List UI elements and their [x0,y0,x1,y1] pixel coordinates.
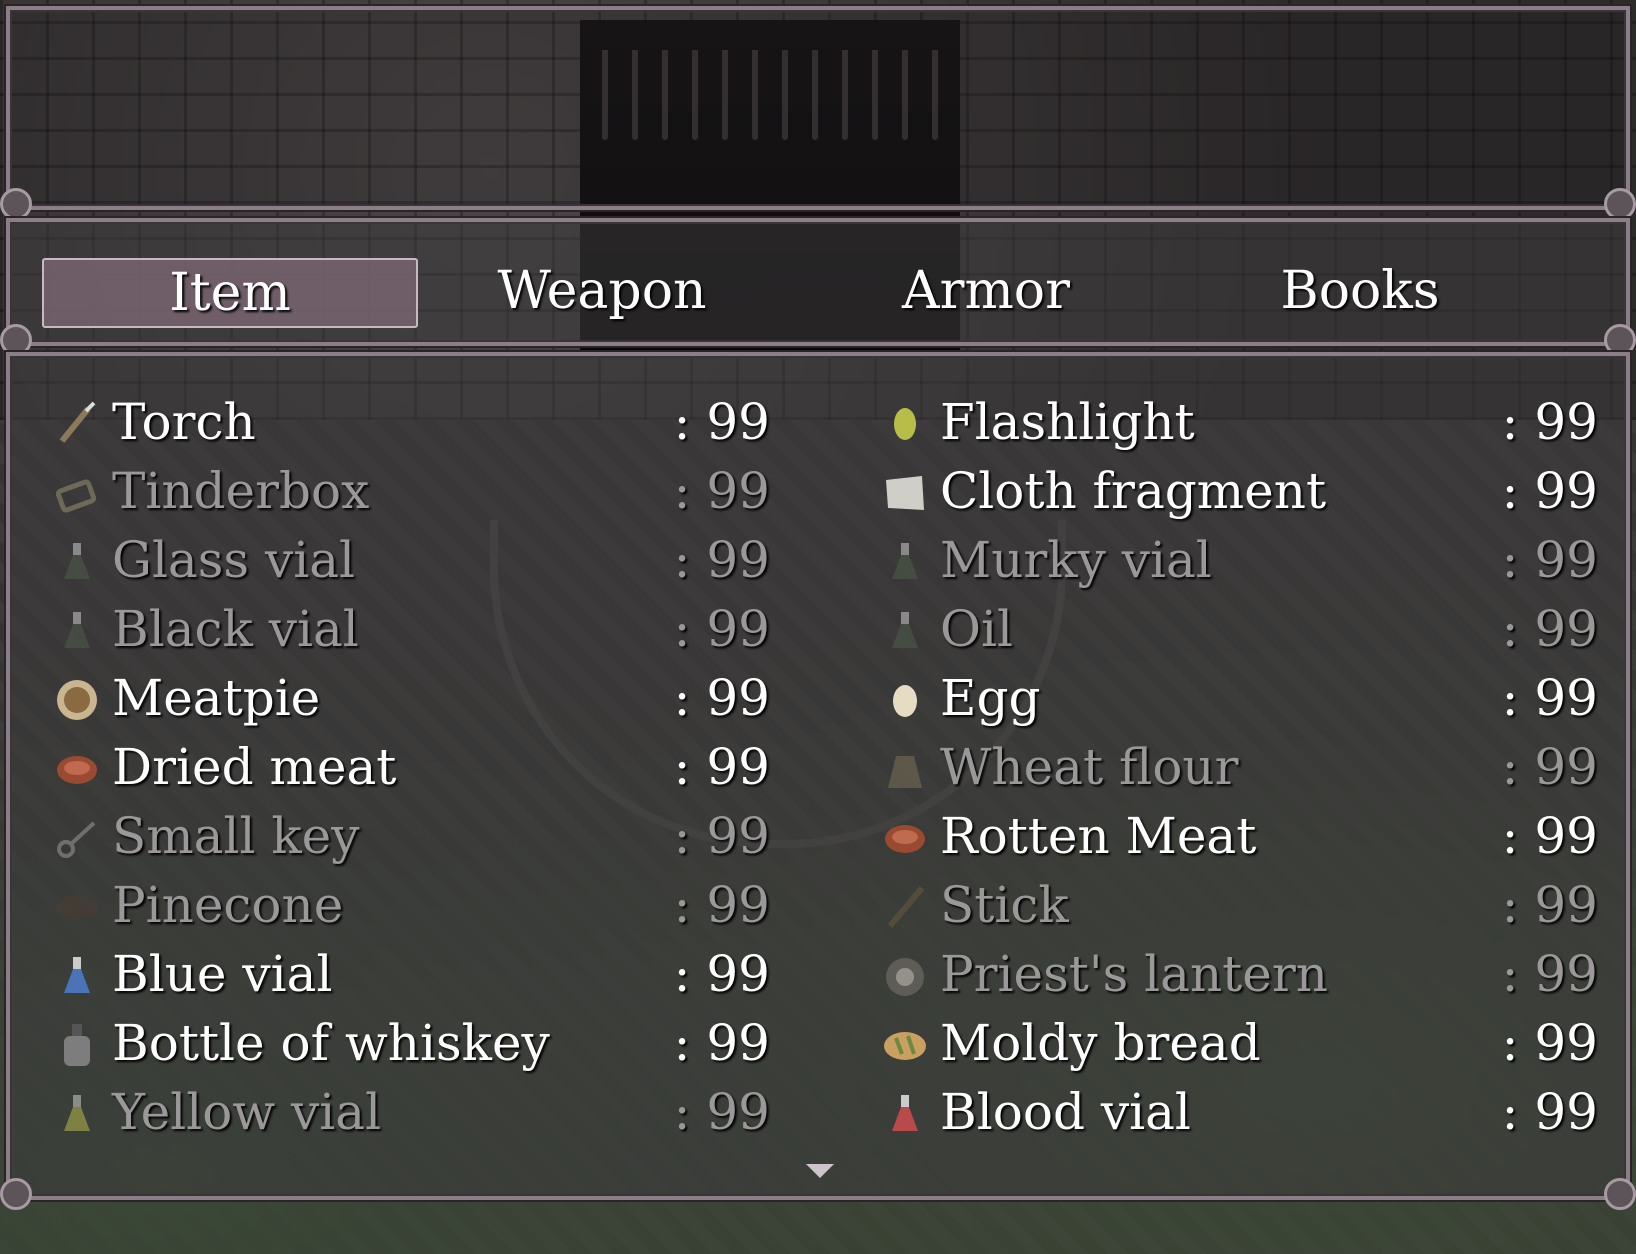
item-row[interactable]: Egg : 99 [882,666,1598,730]
vial-icon [54,536,100,582]
item-count: : 99 [673,945,770,1003]
item-count: : 99 [1501,1083,1598,1141]
item-count: : 99 [1501,876,1598,934]
item-row[interactable]: Glass vial : 99 [54,528,770,592]
item-row[interactable]: Murky vial : 99 [882,528,1598,592]
item-name: Dried meat [112,738,397,796]
item-count: : 99 [673,600,770,658]
item-count: : 99 [1501,462,1598,520]
item-count: : 99 [1501,600,1598,658]
item-name: Murky vial [940,531,1212,589]
item-name: Blue vial [112,945,333,1003]
stick-icon [882,881,928,928]
tab-item[interactable]: Item [42,258,418,328]
item-list-window: Torch: 99 Tinderbox: 99 Glass vial: 99 Blac… [0,352,1636,1210]
help-window [0,6,1636,220]
item-name: Flashlight [940,393,1195,451]
item-row[interactable]: Oil : 99 [882,597,1598,661]
item-name: Oil [940,600,1013,658]
meat-icon [882,812,928,858]
item-row[interactable]: Stick : 99 [882,873,1598,937]
item-name: Tinderbox [112,462,370,520]
egg-icon [882,674,928,720]
item-name: Pinecone [112,876,344,934]
lantern-icon [882,950,928,996]
cloth-icon [882,467,928,513]
item-name: Egg [940,669,1041,727]
item-row[interactable]: Black vial : 99 [54,597,770,661]
vial-icon [54,1088,100,1134]
category-window: Item Weapon Armor Books [0,218,1636,356]
item-count: : 99 [1501,1014,1598,1072]
item-count: : 99 [1501,738,1598,796]
vial-icon [54,950,100,996]
item-row[interactable]: Moldy bread : 99 [882,1011,1598,1075]
item-row[interactable]: Yellow vial : 99 [54,1080,770,1144]
item-name: Small key [112,807,360,865]
vial-icon [882,536,928,582]
item-name: Stick [940,876,1069,934]
item-count: : 99 [673,807,770,865]
item-name: Priest's lantern [940,945,1328,1003]
tinderbox-icon [54,467,100,513]
vial-icon [54,605,100,651]
tab-weapon[interactable]: Weapon [416,258,788,324]
item-name: Glass vial [112,531,355,589]
item-row[interactable]: Rotten Meat : 99 [882,804,1598,868]
vial-icon [882,1088,928,1134]
item-row[interactable]: Pinecone : 99 [54,873,770,937]
item-count: : 99 [1501,669,1598,727]
tab-armor[interactable]: Armor [800,258,1172,324]
sack-icon [882,743,928,789]
item-count: : 99 [673,393,770,451]
key-icon [54,812,100,858]
item-name: Cloth fragment [940,462,1327,520]
item-name: Yellow vial [112,1083,382,1141]
item-count: : 99 [673,462,770,520]
item-count: : 99 [673,1014,770,1072]
item-row[interactable]: Cloth fragment : 99 [882,459,1598,523]
item-name: Rotten Meat [940,807,1257,865]
flashlight-icon [882,398,928,444]
vial-icon [882,605,928,651]
item-count: : 99 [1501,945,1598,1003]
item-row[interactable]: Blood vial : 99 [882,1080,1598,1144]
item-row[interactable]: Blue vial : 99 [54,942,770,1006]
item-count: : 99 [673,1083,770,1141]
item-count: : 99 [1501,393,1598,451]
item-name: Bottle of whiskey [112,1014,550,1072]
item-count: : 99 [673,738,770,796]
item-name: Blood vial [940,1083,1191,1141]
item-name: Moldy bread [940,1014,1261,1072]
item-count: : 99 [673,669,770,727]
item-row[interactable]: Torch : 99 [54,390,770,454]
item-name: Wheat flour [940,738,1239,796]
meatpie-icon [54,674,100,720]
item-count: : 99 [1501,531,1598,589]
scroll-down-arrow-icon[interactable] [806,1164,834,1178]
item-row[interactable]: Small key : 99 [54,804,770,868]
item-row[interactable]: Meatpie : 99 [54,666,770,730]
item-row[interactable]: Priest's lantern : 99 [882,942,1598,1006]
item-count: : 99 [673,876,770,934]
bread-icon [882,1019,928,1065]
item-row[interactable]: Bottle of whiskey : 99 [54,1011,770,1075]
pinecone-icon [54,881,100,927]
meat-icon [54,743,100,789]
item-name: Black vial [112,600,359,658]
item-name: Meatpie [112,669,321,727]
item-count: : 99 [1501,807,1598,865]
tab-books[interactable]: Books [1174,258,1546,324]
torch-icon [54,398,100,444]
item-name: Torch [112,393,256,451]
item-row[interactable]: Wheat flour : 99 [882,735,1598,799]
bottle-icon [54,1019,100,1066]
item-row[interactable]: Tinderbox : 99 [54,459,770,523]
item-row[interactable]: Flashlight : 99 [882,390,1598,454]
item-count: : 99 [673,531,770,589]
item-row[interactable]: Dried meat : 99 [54,735,770,799]
